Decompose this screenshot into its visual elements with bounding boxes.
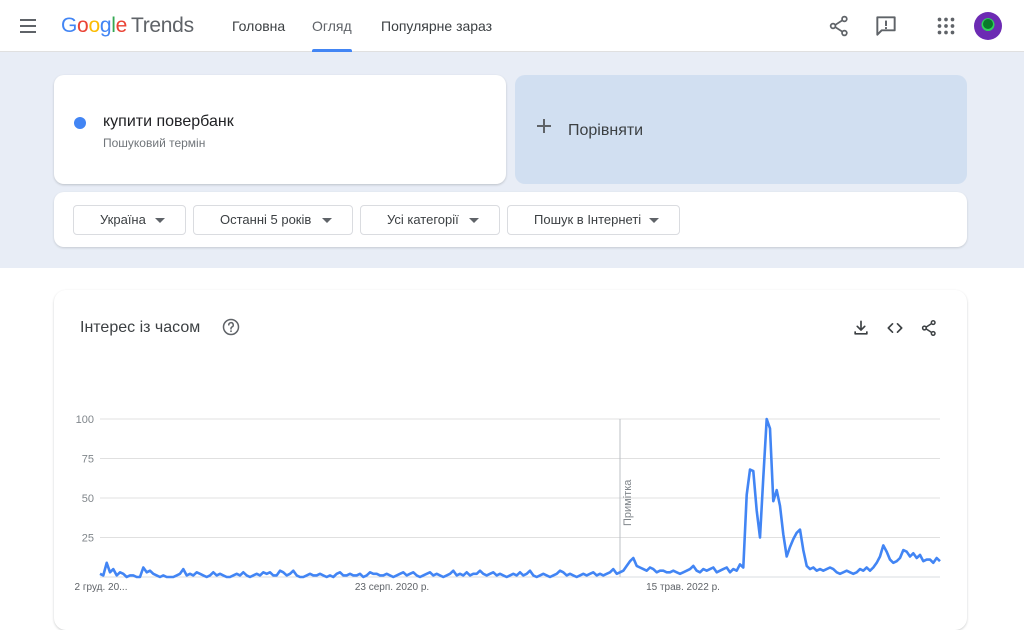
y-tick-label: 75 [82, 454, 94, 466]
x-tick-label: 2 груд. 20... [75, 582, 128, 593]
y-tick-label: 50 [82, 493, 94, 505]
y-axis-ticks: 25 50 75 100 [76, 414, 94, 545]
chart-grid [100, 418, 940, 578]
x-tick-label: 23 серп. 2020 р. [355, 582, 429, 593]
x-axis-ticks: 2 груд. 20... 23 серп. 2020 р. 15 трав. 20… [75, 582, 720, 593]
annotation-label[interactable]: Примітка [622, 479, 634, 526]
x-tick-label: 15 трав. 2022 р. [646, 582, 720, 593]
y-tick-label: 100 [76, 414, 94, 426]
trend-line-chart: 25 50 75 100 Примітка 2 груд. 20... 23 серп.… [75, 414, 941, 593]
y-tick-label: 25 [82, 533, 94, 545]
